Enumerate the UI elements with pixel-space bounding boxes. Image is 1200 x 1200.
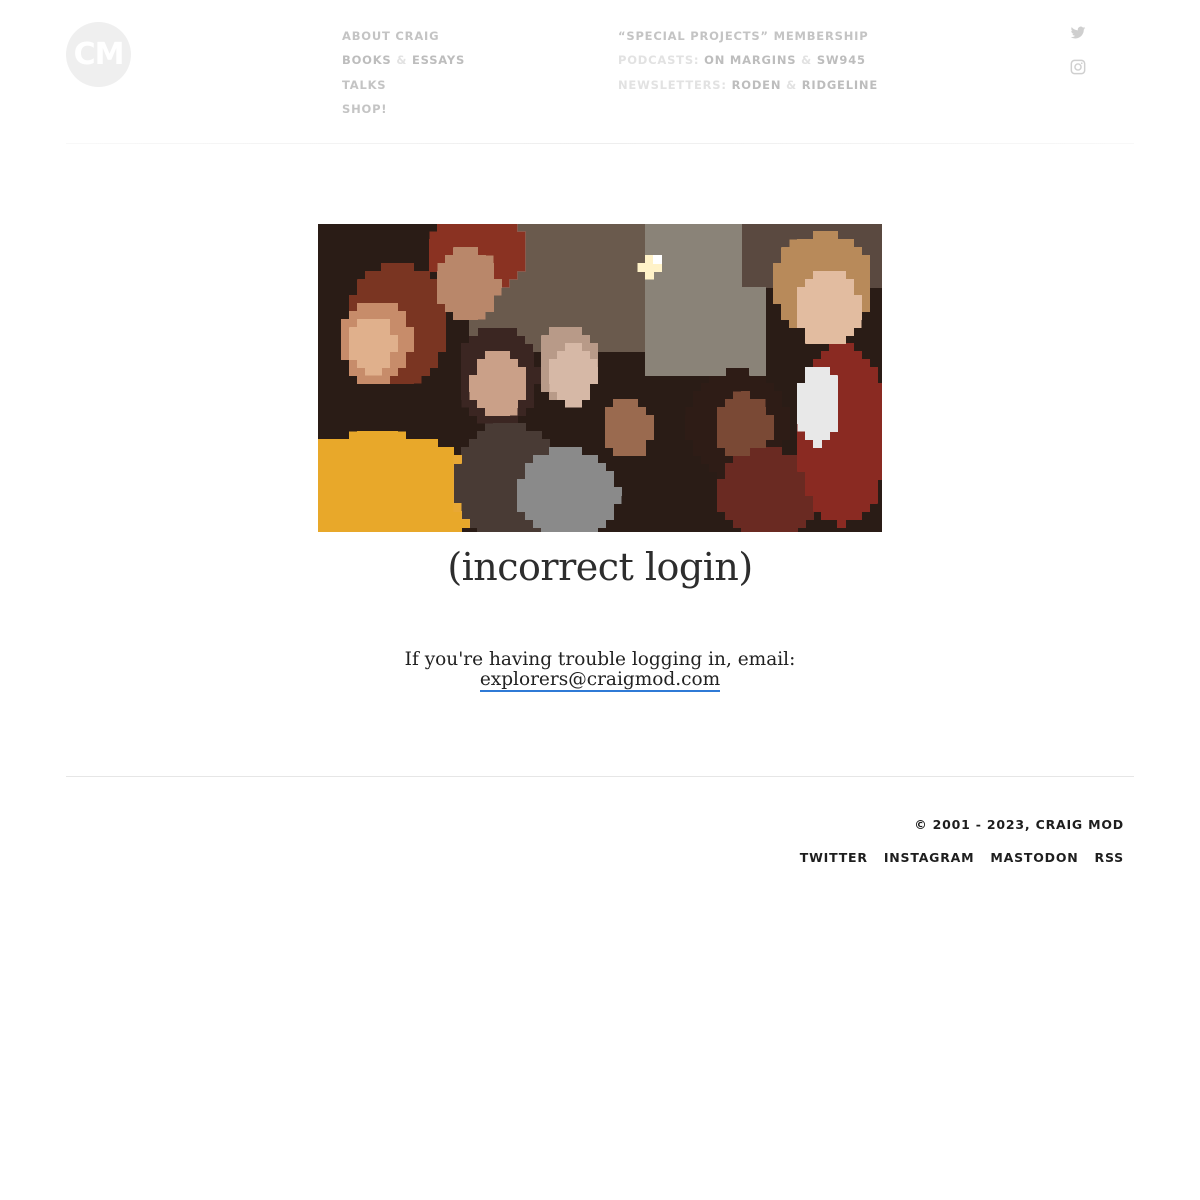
hero-image — [318, 224, 882, 532]
nav-about-craig[interactable]: ABOUT CRAIG — [342, 24, 465, 48]
copyright: © 2001 - 2023, CRAIG MOD — [914, 817, 1124, 832]
page-title: (incorrect login) — [447, 545, 753, 589]
footer-link-twitter[interactable]: TWITTER — [800, 850, 868, 865]
email-link[interactable]: explorers@craigmod.com — [479, 669, 721, 692]
nav-on-margins[interactable]: ON MARGINS — [704, 53, 796, 67]
footer-link-rss[interactable]: RSS — [1095, 850, 1124, 865]
footer-divider — [66, 776, 1134, 777]
footer-link-mastodon[interactable]: MASTODON — [990, 850, 1078, 865]
nav-separator: & — [786, 77, 797, 92]
nav-ridgeline[interactable]: RIDGELINE — [802, 78, 878, 92]
site-header: CM ABOUT CRAIG BOOKS & ESSAYS TALKS SHOP… — [0, 0, 1200, 144]
nav-column-secondary: “SPECIAL PROJECTS” MEMBERSHIP PODCASTS: … — [618, 24, 878, 97]
nav-column-primary: ABOUT CRAIG BOOKS & ESSAYS TALKS SHOP! — [342, 24, 465, 121]
social-icons — [1070, 25, 1086, 93]
nav-sw945[interactable]: SW945 — [817, 53, 866, 67]
logo[interactable]: CM — [66, 22, 131, 87]
nav-separator: & — [396, 53, 408, 68]
nav-books[interactable]: BOOKS — [342, 53, 392, 67]
nav-newsletters: NEWSLETTERS: RODEN & RIDGELINE — [618, 73, 878, 97]
footer-links: TWITTER INSTAGRAM MASTODON RSS — [800, 850, 1124, 865]
nav-podcasts: PODCASTS: ON MARGINS & SW945 — [618, 48, 878, 72]
footer-link-instagram[interactable]: INSTAGRAM — [884, 850, 975, 865]
instagram-icon[interactable] — [1070, 59, 1086, 75]
newsletters-label: NEWSLETTERS: — [618, 77, 727, 92]
nav-books-essays: BOOKS & ESSAYS — [342, 48, 465, 72]
nav-essays[interactable]: ESSAYS — [412, 53, 465, 67]
podcasts-label: PODCASTS: — [618, 53, 700, 68]
nav-roden[interactable]: RODEN — [732, 78, 782, 92]
nav-membership[interactable]: “SPECIAL PROJECTS” MEMBERSHIP — [618, 24, 878, 48]
nav-separator: & — [801, 53, 813, 68]
header-divider — [66, 143, 1134, 144]
help-message: If you're having trouble logging in, ema… — [0, 649, 1200, 692]
twitter-icon[interactable] — [1070, 25, 1086, 41]
help-text: If you're having trouble logging in, ema… — [404, 649, 796, 670]
nav-shop[interactable]: SHOP! — [342, 97, 465, 121]
nav-talks[interactable]: TALKS — [342, 73, 465, 97]
